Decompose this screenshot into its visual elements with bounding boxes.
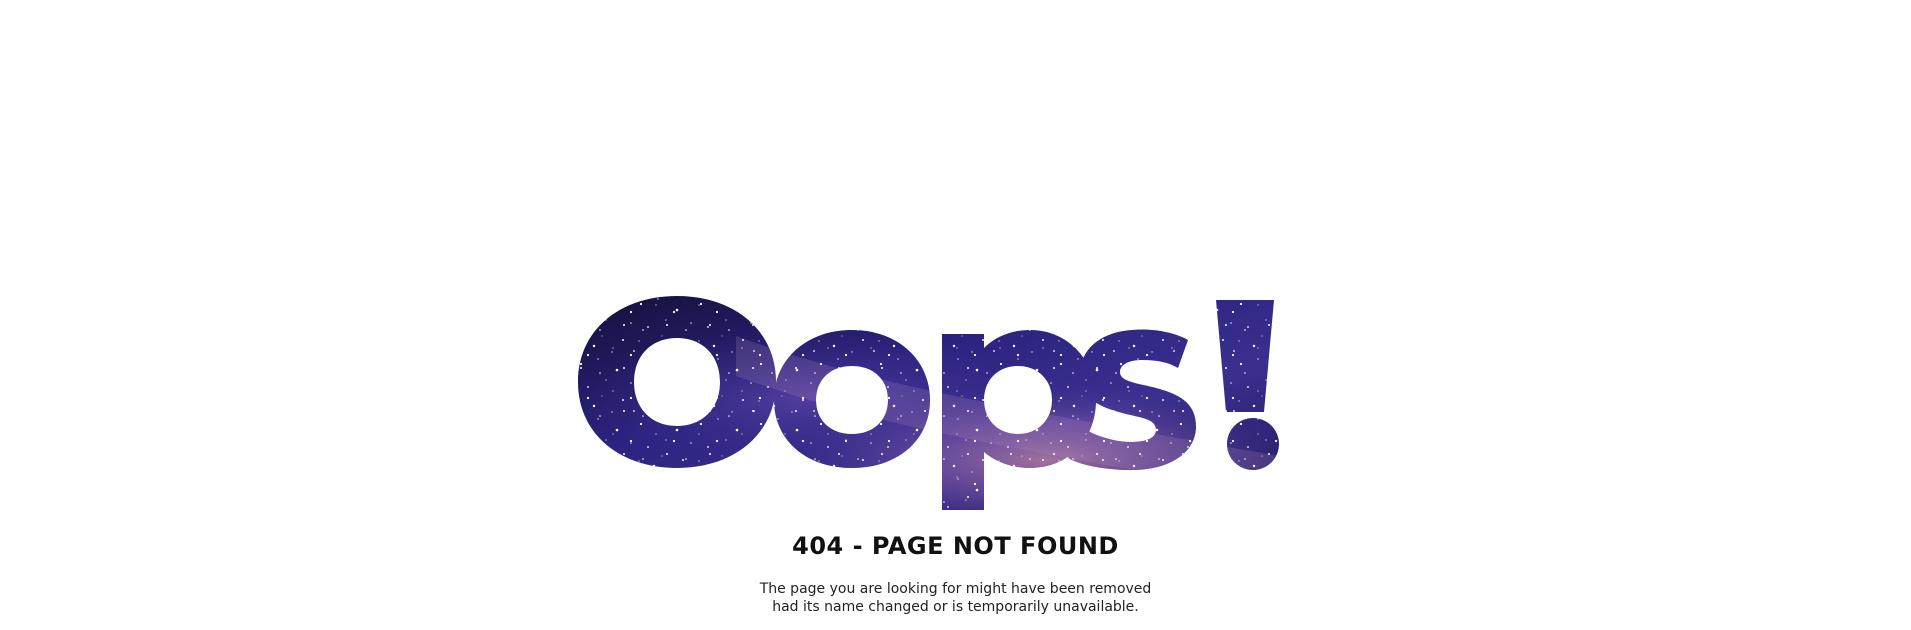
oops-headline bbox=[576, 296, 1336, 524]
error-message-line-2: had its name changed or is temporarily u… bbox=[772, 599, 1139, 615]
oops-galaxy-text bbox=[577, 296, 1279, 510]
not-found-container: 404 - PAGE NOT FOUND The page you are lo… bbox=[0, 296, 1911, 616]
error-title: 404 - PAGE NOT FOUND bbox=[792, 532, 1119, 560]
error-message-line-1: The page you are looking for might have … bbox=[759, 581, 1152, 597]
not-found-page: 404 - PAGE NOT FOUND The page you are lo… bbox=[0, 0, 1911, 630]
error-message: The page you are looking for might have … bbox=[706, 580, 1206, 616]
